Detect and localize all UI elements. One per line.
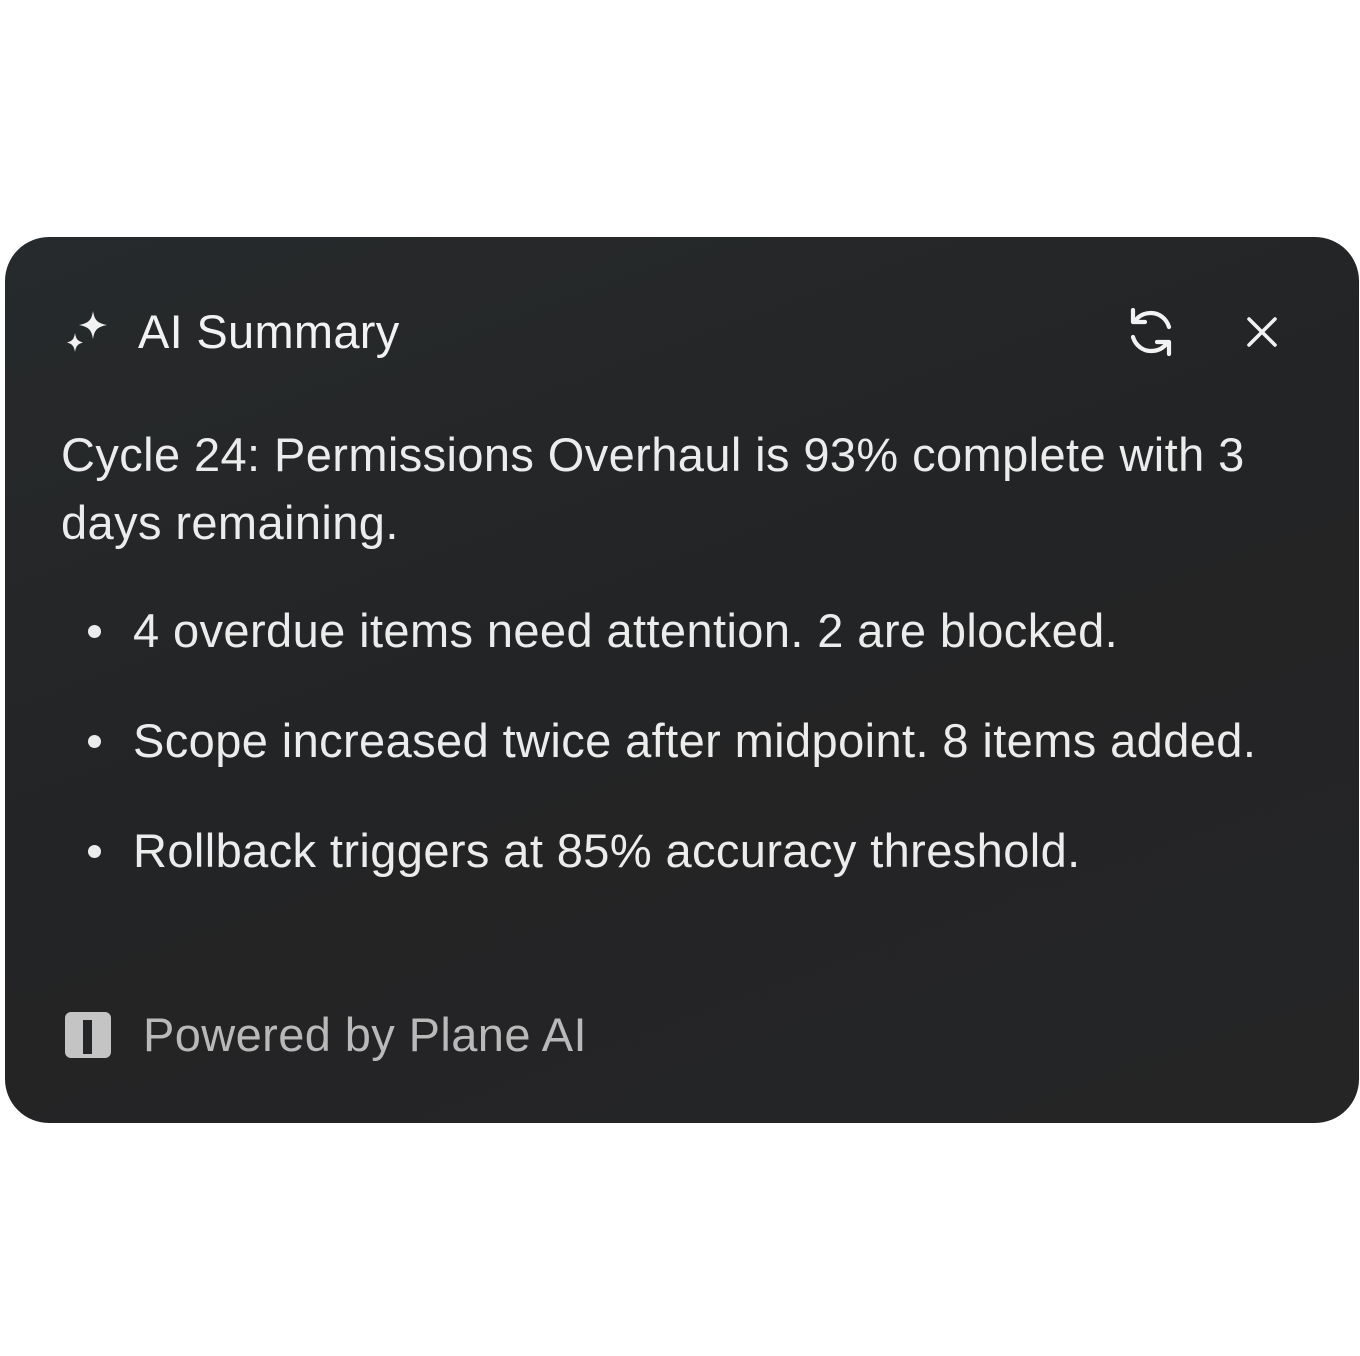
bullet-dot (88, 625, 101, 638)
summary-text: Cycle 24: Permissions Overhaul is 93% co… (61, 428, 1245, 549)
ai-summary-card: AI Summary Cycle 24: Permissions Overhau… (5, 237, 1359, 1123)
card-header: AI Summary (5, 237, 1359, 433)
plane-logo-icon (63, 1010, 113, 1060)
refresh-button[interactable] (1120, 303, 1182, 365)
list-item: Scope increased twice after midpoint. 8 … (61, 707, 1301, 775)
close-icon (1245, 315, 1279, 354)
bullet-dot (88, 845, 101, 858)
bullet-text: 4 overdue items need attention. 2 are bl… (133, 604, 1119, 657)
list-item: Rollback triggers at 85% accuracy thresh… (61, 817, 1301, 885)
bullet-dot (88, 735, 101, 748)
summary-bullet-list: 4 overdue items need attention. 2 are bl… (61, 597, 1301, 927)
powered-by-text: Powered by Plane AI (143, 1008, 587, 1061)
bullet-text: Scope increased twice after midpoint. 8 … (133, 714, 1257, 767)
refresh-icon (1122, 303, 1180, 366)
bullet-text: Rollback triggers at 85% accuracy thresh… (133, 824, 1081, 877)
card-title: AI Summary (138, 305, 400, 358)
close-button[interactable] (1237, 309, 1287, 359)
list-item: 4 overdue items need attention. 2 are bl… (61, 597, 1301, 665)
sparkle-icon (63, 307, 113, 357)
